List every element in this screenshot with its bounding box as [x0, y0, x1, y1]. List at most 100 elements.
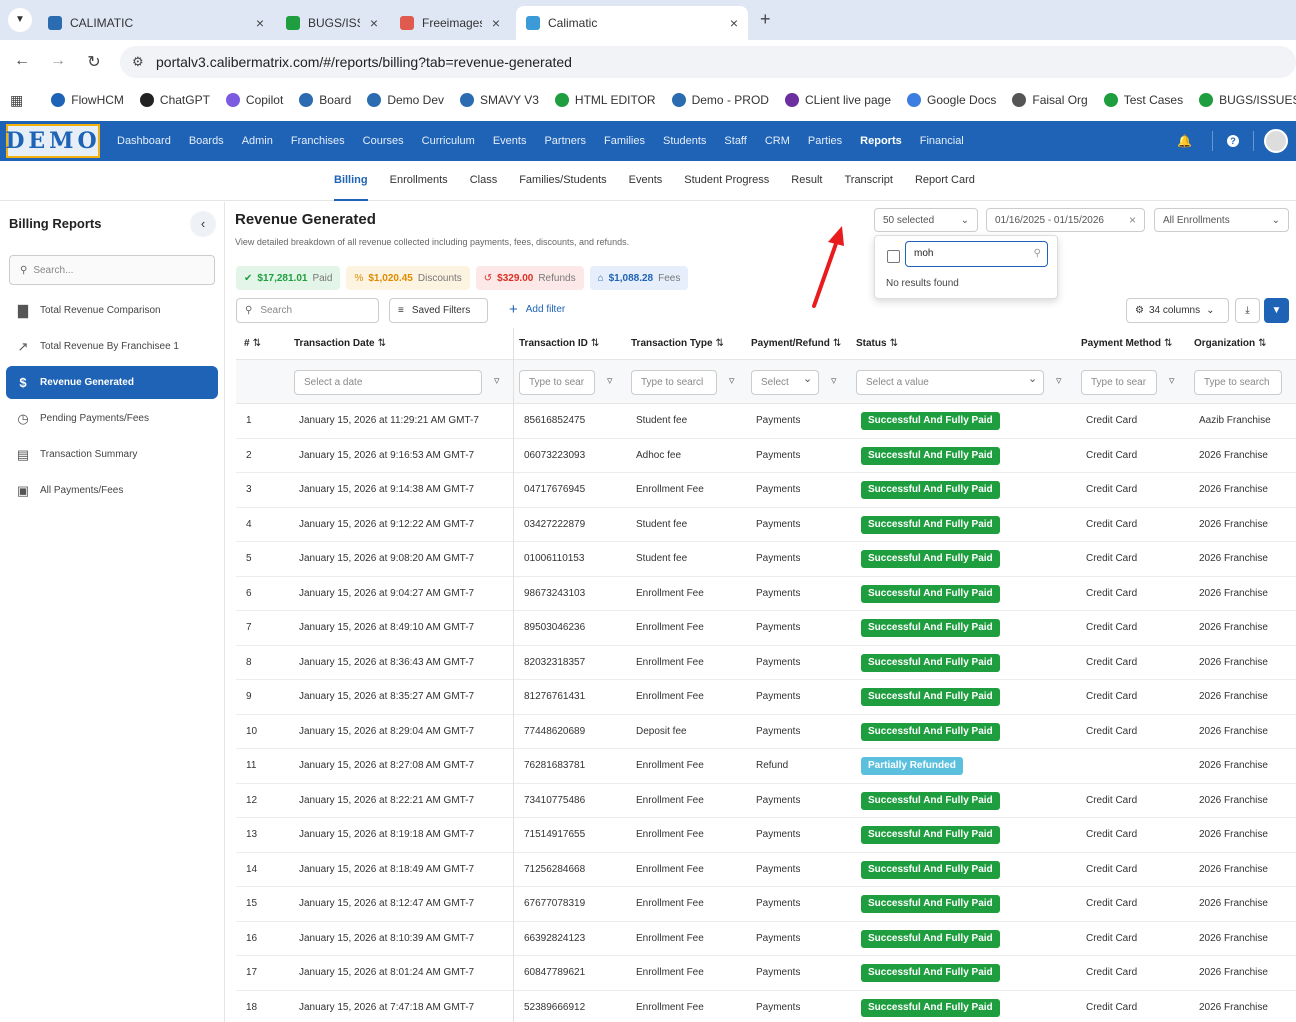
bookmark-item[interactable]: Board: [299, 93, 351, 107]
table-row[interactable]: 8 January 15, 2026 at 8:36:43 AM GMT-7 820…: [236, 646, 1296, 680]
bookmark-item[interactable]: HTML EDITOR: [554, 93, 656, 107]
column-header[interactable]: Transaction ID ⇅: [519, 328, 599, 360]
select-all-checkbox[interactable]: [887, 250, 900, 263]
browser-tab[interactable]: CALIMATIC ×: [38, 6, 274, 40]
nav-item-financial[interactable]: Financial: [920, 135, 964, 147]
column-filter-input[interactable]: Type to searcl: [631, 370, 717, 395]
sidebar-item[interactable]: $ Revenue Generated: [6, 366, 218, 399]
table-row[interactable]: 14 January 15, 2026 at 8:18:49 AM GMT-7 71…: [236, 853, 1296, 887]
bookmark-item[interactable]: Demo Dev: [367, 93, 444, 107]
subnav-tab[interactable]: Events: [629, 161, 663, 201]
sort-icon[interactable]: ⇅: [591, 338, 599, 349]
browser-tab[interactable]: Freeimages ×: [390, 6, 510, 40]
nav-item-franchises[interactable]: Franchises: [291, 135, 345, 147]
table-row[interactable]: 17 January 15, 2026 at 8:01:24 AM GMT-7 60…: [236, 956, 1296, 991]
filter-funnel-icon[interactable]: ▿: [494, 374, 500, 387]
subnav-tab[interactable]: Billing: [334, 161, 368, 201]
filter-funnel-icon[interactable]: ▿: [1169, 374, 1175, 387]
nav-item-boards[interactable]: Boards: [189, 135, 224, 147]
close-tab-icon[interactable]: ×: [730, 15, 738, 31]
browser-tab[interactable]: BUGS/ISSUES ×: [276, 6, 388, 40]
table-row[interactable]: 10 January 15, 2026 at 8:29:04 AM GMT-7 77…: [236, 715, 1296, 749]
close-tab-icon[interactable]: ×: [370, 15, 378, 31]
sidebar-item[interactable]: ▤ Transaction Summary: [6, 438, 218, 471]
table-row[interactable]: 18 January 15, 2026 at 7:47:18 AM GMT-7 52…: [236, 991, 1296, 1022]
bookmark-item[interactable]: ChatGPT: [139, 93, 210, 107]
sort-icon[interactable]: ⇅: [890, 338, 898, 349]
url-field[interactable]: ⚙ portalv3.calibermatrix.com/#/reports/b…: [120, 46, 1296, 78]
filter-funnel-icon[interactable]: ▿: [1056, 374, 1062, 387]
bookmark-item[interactable]: CLient live page: [784, 93, 891, 107]
column-filter-input[interactable]: Type to sear: [1081, 370, 1157, 395]
table-row[interactable]: 1 January 15, 2026 at 11:29:21 AM GMT-7 85…: [236, 404, 1296, 439]
back-icon[interactable]: ←: [8, 52, 36, 70]
subnav-tab[interactable]: Families/Students: [519, 161, 606, 201]
tab-list-button[interactable]: ▼: [8, 8, 32, 32]
sidebar-item[interactable]: ▣ All Payments/Fees: [6, 474, 218, 507]
sidebar-search-input[interactable]: ⚲ Search...: [9, 255, 215, 285]
sort-icon[interactable]: ⇅: [378, 338, 386, 349]
columns-button[interactable]: ⚙ 34 columns ⌄: [1126, 298, 1229, 323]
table-search-input[interactable]: ⚲ Search: [236, 298, 379, 323]
bell-icon[interactable]: 🔔: [1177, 134, 1192, 148]
nav-item-reports[interactable]: Reports: [860, 135, 902, 147]
column-filter-input[interactable]: Select a value: [856, 370, 1044, 395]
bookmark-item[interactable]: Copilot: [225, 93, 283, 107]
sidebar-item[interactable]: ▇ Total Revenue Comparison: [6, 294, 218, 327]
sidebar-item[interactable]: ↗ Total Revenue By Franchisee 1: [6, 330, 218, 363]
column-header[interactable]: Payment Method ⇅: [1081, 328, 1172, 360]
nav-item-admin[interactable]: Admin: [242, 135, 273, 147]
table-row[interactable]: 15 January 15, 2026 at 8:12:47 AM GMT-7 67…: [236, 887, 1296, 922]
sort-icon[interactable]: ⇅: [1164, 338, 1172, 349]
enrollment-select[interactable]: All Enrollments ⌄: [1154, 208, 1289, 232]
column-header[interactable]: Transaction Type ⇅: [631, 328, 724, 360]
nav-item-parties[interactable]: Parties: [808, 135, 842, 147]
sort-icon[interactable]: ⇅: [253, 338, 261, 349]
date-range-picker[interactable]: 01/16/2025 - 01/15/2026 ×: [986, 208, 1145, 232]
sort-icon[interactable]: ⇅: [716, 338, 724, 349]
table-row[interactable]: 13 January 15, 2026 at 8:19:18 AM GMT-7 71…: [236, 818, 1296, 853]
nav-item-students[interactable]: Students: [663, 135, 706, 147]
reload-icon[interactable]: ↻: [80, 52, 108, 72]
bookmark-item[interactable]: FlowHCM: [51, 93, 124, 107]
bookmark-item[interactable]: Faisal Org: [1012, 93, 1088, 107]
filter-toggle-button[interactable]: ▼: [1264, 298, 1289, 323]
sort-icon[interactable]: ⇅: [833, 338, 841, 349]
column-header[interactable]: Payment/Refund ⇅: [751, 328, 841, 360]
download-button[interactable]: ⤓: [1235, 298, 1260, 323]
dropdown-search-input[interactable]: moh ⚲: [905, 241, 1048, 267]
new-tab-button[interactable]: +: [760, 9, 771, 30]
table-row[interactable]: 3 January 15, 2026 at 9:14:38 AM GMT-7 047…: [236, 473, 1296, 508]
nav-item-events[interactable]: Events: [493, 135, 527, 147]
subnav-tab[interactable]: Transcript: [844, 161, 893, 201]
avatar[interactable]: [1264, 129, 1288, 153]
filter-funnel-icon[interactable]: ▿: [729, 374, 735, 387]
add-filter-button[interactable]: + Add filter: [509, 301, 565, 318]
column-header[interactable]: # ⇅: [244, 328, 261, 360]
saved-filters-button[interactable]: ≡ Saved Filters: [389, 298, 488, 323]
apps-icon[interactable]: ▦: [10, 92, 23, 109]
column-header[interactable]: Status ⇅: [856, 328, 898, 360]
collapse-sidebar-button[interactable]: ‹: [190, 211, 216, 237]
bookmark-item[interactable]: Test Cases: [1103, 93, 1183, 107]
table-row[interactable]: 4 January 15, 2026 at 9:12:22 AM GMT-7 034…: [236, 508, 1296, 542]
table-row[interactable]: 2 January 15, 2026 at 9:16:53 AM GMT-7 060…: [236, 439, 1296, 473]
filter-funnel-icon[interactable]: ▿: [831, 374, 837, 387]
browser-tab[interactable]: Calimatic ×: [516, 6, 748, 40]
clear-icon[interactable]: ×: [1129, 213, 1136, 227]
nav-item-curriculum[interactable]: Curriculum: [422, 135, 475, 147]
bookmark-item[interactable]: Google Docs: [907, 93, 996, 107]
table-row[interactable]: 7 January 15, 2026 at 8:49:10 AM GMT-7 895…: [236, 611, 1296, 646]
close-tab-icon[interactable]: ×: [256, 15, 264, 31]
nav-item-staff[interactable]: Staff: [724, 135, 746, 147]
table-row[interactable]: 16 January 15, 2026 at 8:10:39 AM GMT-7 66…: [236, 922, 1296, 956]
bookmark-item[interactable]: Demo - PROD: [671, 93, 769, 107]
nav-item-partners[interactable]: Partners: [544, 135, 586, 147]
close-tab-icon[interactable]: ×: [492, 15, 500, 31]
help-icon[interactable]: ?: [1227, 135, 1239, 147]
table-row[interactable]: 12 January 15, 2026 at 8:22:21 AM GMT-7 73…: [236, 784, 1296, 818]
sort-icon[interactable]: ⇅: [1258, 338, 1266, 349]
subnav-tab[interactable]: Enrollments: [390, 161, 448, 201]
app-logo[interactable]: DEMO: [5, 124, 100, 158]
site-info-icon[interactable]: ⚙: [132, 54, 144, 70]
